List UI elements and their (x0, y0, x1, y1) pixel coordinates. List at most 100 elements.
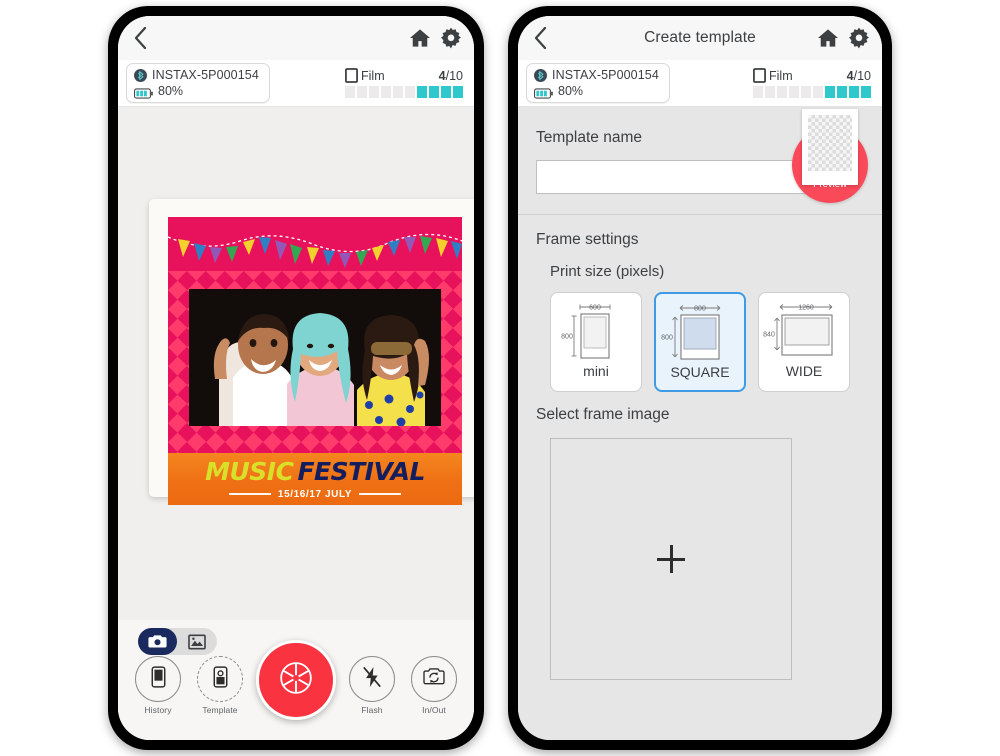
frame-image-dropzone[interactable] (550, 438, 792, 680)
device-pill[interactable]: INSTAX-5P000154 80% (126, 63, 270, 103)
film-indicator: Film 4/10 (345, 68, 464, 98)
film-seg-filled (440, 86, 452, 98)
aperture-icon (278, 660, 314, 701)
mini-size-icon: 600 800 (561, 304, 611, 359)
square-size-icon: 800 800 (661, 305, 721, 360)
right-navbar: Create template (518, 16, 882, 60)
device-name-row: INSTAX-5P000154 (534, 68, 659, 82)
bluetooth-icon (134, 68, 147, 82)
battery-level: 80% (558, 84, 584, 98)
left-nav-actions (409, 27, 474, 49)
back-button-right[interactable] (518, 16, 562, 60)
size-option-wide[interactable]: 1260 840 WIDE (758, 292, 850, 392)
size-option-square[interactable]: 800 800 SQUARE (654, 292, 746, 392)
film-seg (788, 86, 800, 98)
inout-button[interactable]: In/Out (408, 656, 460, 715)
film-label: Film (769, 68, 793, 83)
shutter-button[interactable] (256, 640, 336, 720)
wide-size-icon: 1260 840 (763, 304, 833, 356)
battery-row: 80% (133, 84, 259, 99)
film-header: Film 4/10 (753, 68, 871, 83)
phone-history-icon (150, 665, 167, 693)
plus-icon (657, 545, 685, 573)
device-pill[interactable]: INSTAX-5P000154 80% (526, 63, 670, 103)
poster-footer: MUSIC FESTIVAL 15/16/17 JULY (168, 453, 462, 505)
size-option-mini[interactable]: 600 800 mini (550, 292, 642, 392)
preview-button[interactable]: Preview (792, 109, 868, 203)
film-seg-filled (428, 86, 440, 98)
select-frame-image-section: Select frame image (518, 392, 882, 680)
home-icon[interactable] (817, 28, 839, 48)
right-status-bar: INSTAX-5P000154 80% Film 4/10 (518, 60, 882, 107)
date-rule-right (359, 493, 402, 495)
chevron-left-icon (134, 27, 147, 49)
template-button[interactable]: Template (194, 656, 246, 715)
square-diagram: 800 800 (658, 300, 742, 366)
film-seg (753, 86, 764, 98)
film-seg (356, 86, 368, 98)
gear-icon[interactable] (440, 27, 462, 49)
phone-right: Create template INSTAX-5P000154 80% Film… (508, 6, 892, 750)
left-status-bar: INSTAX-5P000154 80% Film 4/10 (118, 60, 474, 107)
back-button[interactable] (118, 16, 162, 60)
history-label: History (144, 705, 172, 715)
battery-level: 80% (158, 84, 184, 98)
template-ring (197, 656, 243, 702)
device-name: INSTAX-5P000154 (152, 68, 259, 82)
film-seg-filled (824, 86, 836, 98)
film-header: Film 4/10 (345, 68, 463, 83)
festival-title: MUSIC FESTIVAL (205, 459, 425, 484)
history-ring (135, 656, 181, 702)
film-label: Film (361, 68, 385, 83)
mode-gallery-segment[interactable] (177, 628, 216, 655)
photo-preview-card[interactable]: MUSIC FESTIVAL 15/16/17 JULY (149, 199, 474, 505)
film-remaining: 4 (846, 68, 854, 83)
size-option-square-label: SQUARE (670, 364, 730, 380)
festival-title-festival: FESTIVAL (297, 456, 425, 486)
home-icon[interactable] (409, 28, 431, 48)
film-seg (812, 86, 824, 98)
film-seg (800, 86, 812, 98)
film-indicator: Film 4/10 (753, 68, 872, 98)
film-total: /10 (853, 68, 871, 83)
mode-toggle[interactable] (138, 628, 217, 655)
flash-button[interactable]: Flash (346, 656, 398, 715)
festival-date-row: 15/16/17 JULY (228, 489, 402, 500)
film-icon (345, 68, 358, 83)
device-name-row: INSTAX-5P000154 (134, 68, 259, 82)
camera-icon (148, 634, 167, 649)
mode-camera-segment[interactable] (138, 628, 177, 655)
left-screen: INSTAX-5P000154 80% Film 4/10 MUSIC FEST… (118, 16, 474, 740)
wide-width-value: 1260 (798, 305, 814, 312)
mini-width-value: 600 (589, 305, 601, 312)
film-icon (753, 68, 766, 83)
flash-ring (349, 656, 395, 702)
inout-ring (411, 656, 457, 702)
gear-icon[interactable] (848, 27, 870, 49)
film-seg-filled (452, 86, 464, 98)
battery-row: 80% (533, 84, 659, 99)
wide-diagram: 1260 840 (762, 299, 846, 365)
square-width-value: 800 (694, 306, 706, 313)
square-height-value: 800 (661, 335, 673, 342)
film-seg-filled (836, 86, 848, 98)
festival-title-music: MUSIC (205, 456, 294, 486)
film-seg (404, 86, 416, 98)
film-seg-filled (416, 86, 428, 98)
camera-controls: History Template Flash In/Out (118, 640, 474, 730)
checker-pattern (808, 115, 852, 171)
select-frame-image-label: Select frame image (536, 406, 670, 423)
date-rule-left (228, 493, 271, 495)
size-option-mini-label: mini (583, 363, 609, 379)
left-content: MUSIC FESTIVAL 15/16/17 JULY History Tem… (118, 107, 474, 740)
film-seg (345, 86, 356, 98)
bluetooth-icon (534, 68, 547, 82)
wide-height-value: 840 (763, 332, 775, 339)
print-size-options: 600 800 mini 800 800 SQUARE 1260 840 WID… (536, 292, 864, 392)
film-seg (392, 86, 404, 98)
film-count: 4/10 (439, 69, 463, 83)
right-content: Template name Preview Frame settings Pri… (518, 107, 882, 740)
image-icon (187, 634, 206, 650)
mini-diagram: 600 800 (554, 299, 638, 365)
history-button[interactable]: History (132, 656, 184, 715)
